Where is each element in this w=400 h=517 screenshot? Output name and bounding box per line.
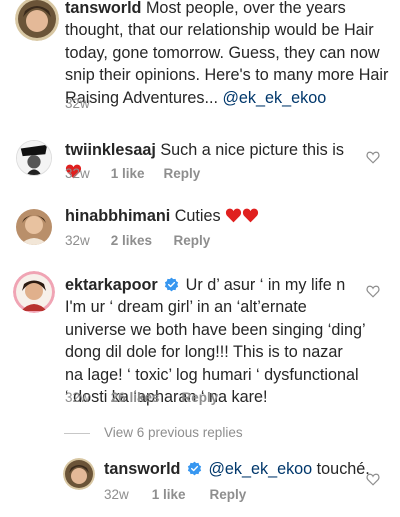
comment-meta: 32w 26 likes Reply xyxy=(65,390,218,405)
caption: tansworld Most people, over the years th… xyxy=(0,0,400,111)
comment-username[interactable]: ektarkapoor xyxy=(65,276,158,294)
avatar-image xyxy=(63,458,95,490)
comment-likes[interactable]: 1 like xyxy=(111,166,160,181)
comment-likes[interactable]: 26 likes xyxy=(111,390,178,405)
reply-button[interactable]: Reply xyxy=(164,166,201,181)
verified-badge-icon xyxy=(187,461,202,476)
avatar-tansworld-reply[interactable] xyxy=(63,458,95,490)
comment-likes[interactable]: 2 likes xyxy=(111,233,170,248)
caption-mention[interactable]: @ek_ek_ekoo xyxy=(222,89,326,107)
verified-badge-icon xyxy=(165,277,179,292)
caption-username[interactable]: tansworld xyxy=(65,0,141,17)
comment-time: 32w xyxy=(65,166,90,181)
caption-body: tansworld Most people, over the years th… xyxy=(65,0,390,109)
heart-outline-icon[interactable] xyxy=(366,151,380,164)
reply-time: 32w xyxy=(104,487,129,502)
comment-text: Cuties xyxy=(174,207,221,225)
heart-outline-icon[interactable] xyxy=(366,473,380,486)
comment-text: Ur d’ asur ‘ in my life n I'm ur ‘ dream… xyxy=(65,276,365,407)
avatar-twiinklesaaj[interactable] xyxy=(16,140,52,176)
reply-button[interactable]: Reply xyxy=(210,487,247,502)
heart-outline-icon[interactable] xyxy=(366,285,380,298)
reply-likes[interactable]: 1 like xyxy=(152,487,206,502)
comment-username[interactable]: twiinklesaaj xyxy=(65,141,156,159)
caption-meta: 32w xyxy=(65,96,90,111)
comment-time: 32w xyxy=(65,233,90,248)
reply-mention[interactable]: @ek_ek_ekoo xyxy=(208,460,312,478)
reply-body: tansworld @ek_ek_ekoo touché. xyxy=(104,458,370,480)
comment-username[interactable]: hinabbhimani xyxy=(65,207,170,225)
avatar-tansworld[interactable] xyxy=(15,0,59,41)
red-heart-emoji xyxy=(226,208,242,223)
reply-text: touché. xyxy=(312,460,370,478)
view-previous-replies-button[interactable]: View 6 previous replies xyxy=(64,425,243,440)
comment-text: Such a nice picture this is xyxy=(160,141,344,159)
caption-time: 32w xyxy=(65,96,90,111)
avatar-image xyxy=(16,209,52,245)
reply-button[interactable]: Reply xyxy=(174,233,211,248)
avatar-hinabbhimani[interactable] xyxy=(16,209,52,245)
comment-meta: 32w 2 likes Reply xyxy=(65,233,210,248)
reply-username[interactable]: tansworld xyxy=(104,460,180,478)
avatar-ektarkapoor[interactable] xyxy=(13,271,55,313)
avatar-image xyxy=(13,271,55,313)
comment-body: ektarkapoor Ur d’ asur ‘ in my life n I'… xyxy=(65,274,365,408)
avatar-image xyxy=(17,141,51,175)
replies-divider xyxy=(64,432,90,434)
comment-time: 32w xyxy=(65,390,90,405)
reply-meta: 32w 1 like Reply xyxy=(104,487,246,502)
comment-body: hinabbhimani Cuties xyxy=(65,205,365,227)
avatar-image xyxy=(15,0,59,41)
comment-meta: 32w 1 like Reply xyxy=(65,166,200,181)
reply-button[interactable]: Reply xyxy=(182,390,219,405)
red-heart-emoji xyxy=(243,208,259,223)
view-replies-label: View 6 previous replies xyxy=(104,425,243,440)
